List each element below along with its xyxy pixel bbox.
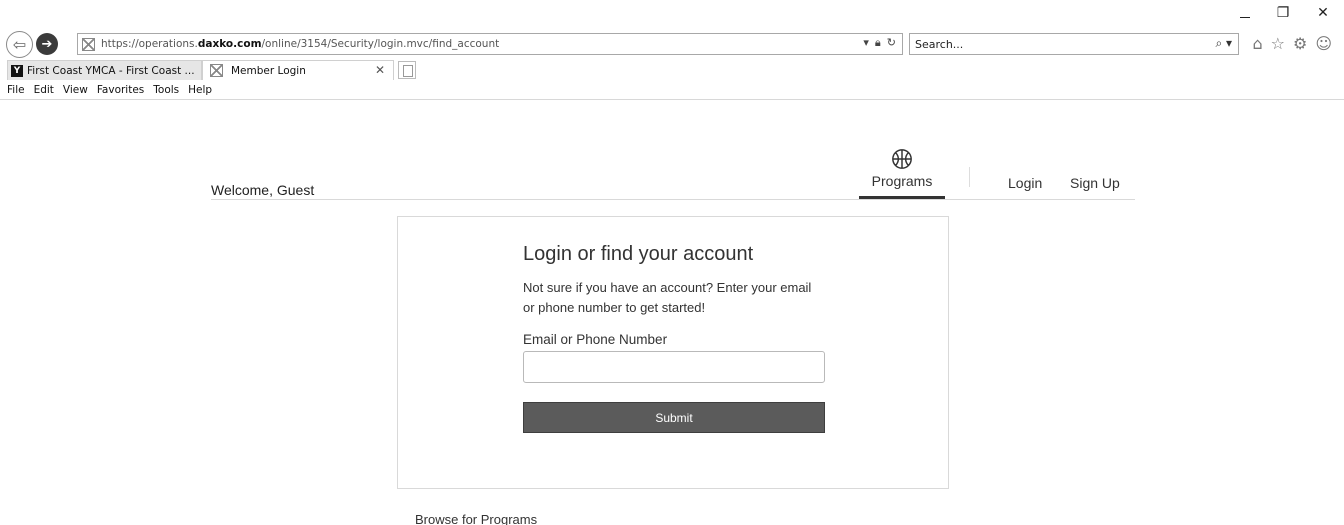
- browse-programs-link[interactable]: Browse for Programs: [415, 512, 537, 525]
- address-bar[interactable]: https://operations.daxko.com/online/3154…: [77, 33, 903, 55]
- submit-button[interactable]: Submit: [523, 402, 825, 433]
- tab-strip: Y First Coast YMCA - First Coast ... Mem…: [7, 60, 416, 80]
- email-phone-input[interactable]: [523, 351, 825, 383]
- menu-favorites[interactable]: Favorites: [97, 84, 144, 96]
- tab-member-login[interactable]: Member Login ✕: [202, 60, 394, 80]
- browser-search-input[interactable]: [915, 37, 1195, 51]
- nav-divider: [969, 167, 970, 187]
- forward-arrow-icon: ➔: [41, 36, 53, 52]
- nav-login-link[interactable]: Login: [1008, 175, 1042, 191]
- url-prefix: https://operations.: [101, 38, 198, 50]
- nav-programs-label: Programs: [871, 173, 933, 189]
- restore-icon[interactable]: ❐: [1276, 6, 1290, 20]
- lock-icon[interactable]: 🔒︎: [875, 36, 881, 50]
- refresh-icon[interactable]: ↻: [887, 36, 896, 50]
- menu-file[interactable]: File: [7, 84, 25, 96]
- tab-first-coast-ymca[interactable]: Y First Coast YMCA - First Coast ...: [7, 60, 202, 80]
- forward-button[interactable]: ➔: [36, 33, 58, 55]
- login-form: Login or find your account Not sure if y…: [523, 243, 825, 433]
- basketball-icon: [892, 149, 912, 169]
- settings-gear-icon[interactable]: ⚙: [1293, 34, 1307, 53]
- home-icon[interactable]: ⌂: [1252, 34, 1262, 53]
- tab-close-icon[interactable]: ✕: [375, 63, 385, 77]
- dropdown-arrow-icon[interactable]: ▾: [863, 36, 869, 50]
- url-path: /online/3154/Security/login.mvc/find_acc…: [261, 38, 500, 50]
- feedback-smiley-icon[interactable]: ☺: [1315, 34, 1332, 53]
- window-controls: ❐ ✕: [1240, 6, 1330, 20]
- url-text[interactable]: https://operations.daxko.com/online/3154…: [101, 38, 499, 50]
- menu-view[interactable]: View: [63, 84, 88, 96]
- email-phone-label: Email or Phone Number: [523, 332, 668, 347]
- browser-toolbar-icons: ⌂ ☆ ⚙ ☺: [1252, 34, 1332, 53]
- nav-programs[interactable]: Programs: [859, 145, 945, 199]
- login-card: Login or find your account Not sure if y…: [397, 216, 949, 489]
- login-description: Not sure if you have an account? Enter y…: [523, 280, 812, 315]
- browser-nav-row: ⇦ ➔ https://operations.daxko.com/online/…: [6, 30, 1338, 58]
- address-tools: ▾ 🔒︎ ↻: [863, 36, 896, 50]
- site-header: Welcome, Guest Programs Login Sign Up: [211, 145, 1135, 200]
- search-icon[interactable]: ⌕ ▾: [1215, 36, 1232, 51]
- welcome-text: Welcome, Guest: [211, 182, 315, 198]
- close-window-icon[interactable]: ✕: [1316, 6, 1330, 20]
- page-favicon-icon: [82, 37, 95, 51]
- favorites-star-icon[interactable]: ☆: [1271, 34, 1285, 53]
- tab-label: First Coast YMCA - First Coast ...: [27, 64, 195, 77]
- menu-bar: File Edit View Favorites Tools Help: [0, 81, 1344, 100]
- url-domain: daxko.com: [197, 38, 262, 50]
- menu-edit[interactable]: Edit: [34, 84, 54, 96]
- login-title: Login or find your account: [523, 243, 754, 265]
- browser-search-box[interactable]: ⌕ ▾: [909, 33, 1239, 55]
- menu-help[interactable]: Help: [188, 84, 212, 96]
- menu-tools[interactable]: Tools: [153, 84, 179, 96]
- back-button[interactable]: ⇦: [6, 30, 33, 58]
- back-arrow-icon: ⇦: [12, 34, 27, 54]
- nav-signup-link[interactable]: Sign Up: [1070, 175, 1120, 191]
- minimize-icon[interactable]: [1240, 12, 1250, 18]
- page-favicon-icon: [210, 64, 223, 77]
- new-tab-button[interactable]: [398, 61, 416, 79]
- ymca-logo-icon: Y: [11, 64, 23, 77]
- tab-label: Member Login: [231, 64, 306, 77]
